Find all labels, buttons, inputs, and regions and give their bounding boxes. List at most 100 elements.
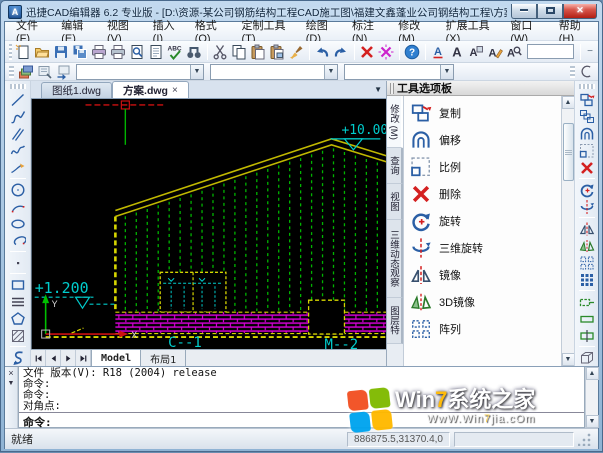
layout-tab-model[interactable]: Model: [91, 350, 141, 366]
command-console[interactable]: 文件 版本(V): R18 (2004) release命令:命令:对角点: 命…: [18, 367, 585, 428]
text-underline-button[interactable]: A: [429, 42, 448, 61]
array-button[interactable]: [577, 254, 597, 271]
circle-button[interactable]: [8, 181, 28, 198]
line-button[interactable]: [8, 91, 28, 108]
drawing-canvas[interactable]: +10.000 +1.200 C--1 M--2: [31, 99, 386, 349]
nav-prev-button[interactable]: [46, 350, 61, 366]
layout-tab-布局1[interactable]: 布局1: [141, 350, 186, 366]
stretch-button[interactable]: [577, 293, 597, 310]
layers-button[interactable]: [16, 62, 35, 81]
toolbar-grip[interactable]: [9, 44, 12, 60]
chevron-down-icon[interactable]: ▼: [190, 65, 203, 79]
print-preview-button[interactable]: [128, 42, 147, 61]
document-tab[interactable]: 方案.dwg×: [112, 81, 189, 98]
help-button[interactable]: ?: [403, 42, 422, 61]
ellipse-arc-button[interactable]: [8, 232, 28, 249]
tab-overflow-icon[interactable]: ▼: [374, 85, 382, 94]
scroll-up-icon[interactable]: ▲: [562, 96, 575, 109]
cut-button[interactable]: [211, 42, 230, 61]
text-button[interactable]: A: [448, 42, 467, 61]
palette-side-tab[interactable]: 修改 (M): [387, 96, 403, 148]
erase-red-button[interactable]: [358, 42, 377, 61]
hatch-button[interactable]: [8, 327, 28, 344]
mirror3d-button[interactable]: [577, 237, 597, 254]
point-button[interactable]: [8, 254, 28, 271]
copy-button[interactable]: [230, 42, 249, 61]
sketch-button[interactable]: [8, 159, 28, 176]
text-edit-button[interactable]: A: [486, 42, 505, 61]
save-all-button[interactable]: [71, 42, 90, 61]
chevron-down-icon[interactable]: ▼: [8, 380, 15, 387]
box3d-button[interactable]: [577, 349, 597, 366]
linetype-combobox[interactable]: ▼: [344, 64, 454, 80]
s-curve-button[interactable]: [8, 349, 28, 366]
arc-button[interactable]: [8, 198, 28, 215]
paste-button[interactable]: [249, 42, 268, 61]
paste-special-button[interactable]: [268, 42, 287, 61]
palette-item-mirror3d[interactable]: 3D镜像: [406, 288, 559, 315]
command-input[interactable]: 命令:: [19, 412, 584, 427]
format-painter-button[interactable]: [287, 42, 306, 61]
text-style-button[interactable]: A: [467, 42, 486, 61]
trim-button[interactable]: [577, 327, 597, 344]
nav-next-button[interactable]: [61, 350, 76, 366]
toolbar-grip[interactable]: [570, 66, 575, 78]
toolbar-grip[interactable]: [10, 84, 26, 89]
scroll-down-icon[interactable]: ▼: [586, 415, 599, 428]
scroll-up-icon[interactable]: ▲: [586, 367, 599, 380]
chevron-down-icon[interactable]: ▼: [440, 65, 453, 79]
nav-last-button[interactable]: [76, 350, 91, 366]
palette-item-scale[interactable]: 比例: [406, 153, 559, 180]
lengthen-button[interactable]: [577, 310, 597, 327]
new-file-button[interactable]: [14, 42, 33, 61]
open-folder-button[interactable]: [33, 42, 52, 61]
undo-button[interactable]: [313, 42, 332, 61]
print-button[interactable]: [90, 42, 109, 61]
erase-magenta-button[interactable]: [377, 42, 396, 61]
close-tab-icon[interactable]: ×: [172, 85, 178, 96]
nav-first-button[interactable]: [31, 350, 46, 366]
palette-item-copy-obj[interactable]: 复制: [406, 99, 559, 126]
spline-button[interactable]: [8, 108, 28, 125]
close-icon[interactable]: ×: [8, 369, 13, 377]
page-preview-button[interactable]: [147, 42, 166, 61]
rotate-button[interactable]: [577, 181, 597, 198]
redo-button[interactable]: [332, 42, 351, 61]
polygon-button[interactable]: [8, 310, 28, 327]
copy-multi-button[interactable]: [577, 108, 597, 125]
erase-red-button[interactable]: [577, 159, 597, 176]
command-scrollbar[interactable]: ▲ ▼: [585, 367, 598, 428]
layer-combobox[interactable]: ▼: [76, 64, 204, 80]
toolbar-grip[interactable]: [9, 66, 14, 78]
copy-obj-button[interactable]: [577, 91, 597, 108]
resize-grip[interactable]: [578, 432, 592, 446]
scroll-down-icon[interactable]: ▼: [562, 353, 575, 366]
palette-item-rotate[interactable]: 旋转: [406, 207, 559, 234]
palette-item-mirror[interactable]: 镜像: [406, 261, 559, 288]
find-button[interactable]: [185, 42, 204, 61]
palette-side-tab[interactable]: 视图: [387, 184, 403, 220]
palette-item-erase-red[interactable]: 删除: [406, 180, 559, 207]
text-style-combobox[interactable]: [527, 44, 575, 59]
palette-item-offset[interactable]: 偏移: [406, 126, 559, 153]
chevron-down-icon[interactable]: ▼: [324, 65, 337, 79]
panel-grip[interactable]: [390, 83, 394, 94]
curve-button[interactable]: [8, 142, 28, 159]
toolbar-handle[interactable]: −: [584, 46, 596, 57]
ellipse-button[interactable]: [8, 215, 28, 232]
palette-side-tab[interactable]: 三维动态观察: [387, 220, 403, 298]
palette-item-rotate3d[interactable]: 三维旋转: [406, 234, 559, 261]
spell-check-button[interactable]: ABC: [166, 42, 185, 61]
offset-button[interactable]: [577, 125, 597, 142]
layer-state-button[interactable]: [35, 62, 54, 81]
multiline-button[interactable]: [8, 293, 28, 310]
scrollbar-thumb[interactable]: [563, 123, 574, 181]
palette-item-array[interactable]: 阵列: [406, 315, 559, 342]
double-line-button[interactable]: [8, 125, 28, 142]
array3d-button[interactable]: [577, 271, 597, 288]
mirror-button[interactable]: [577, 220, 597, 237]
palette-side-tab[interactable]: 图层特性: [387, 298, 403, 344]
palette-side-tab[interactable]: 查询: [387, 148, 403, 184]
rotate3d-button[interactable]: [577, 198, 597, 215]
save-button[interactable]: [52, 42, 71, 61]
